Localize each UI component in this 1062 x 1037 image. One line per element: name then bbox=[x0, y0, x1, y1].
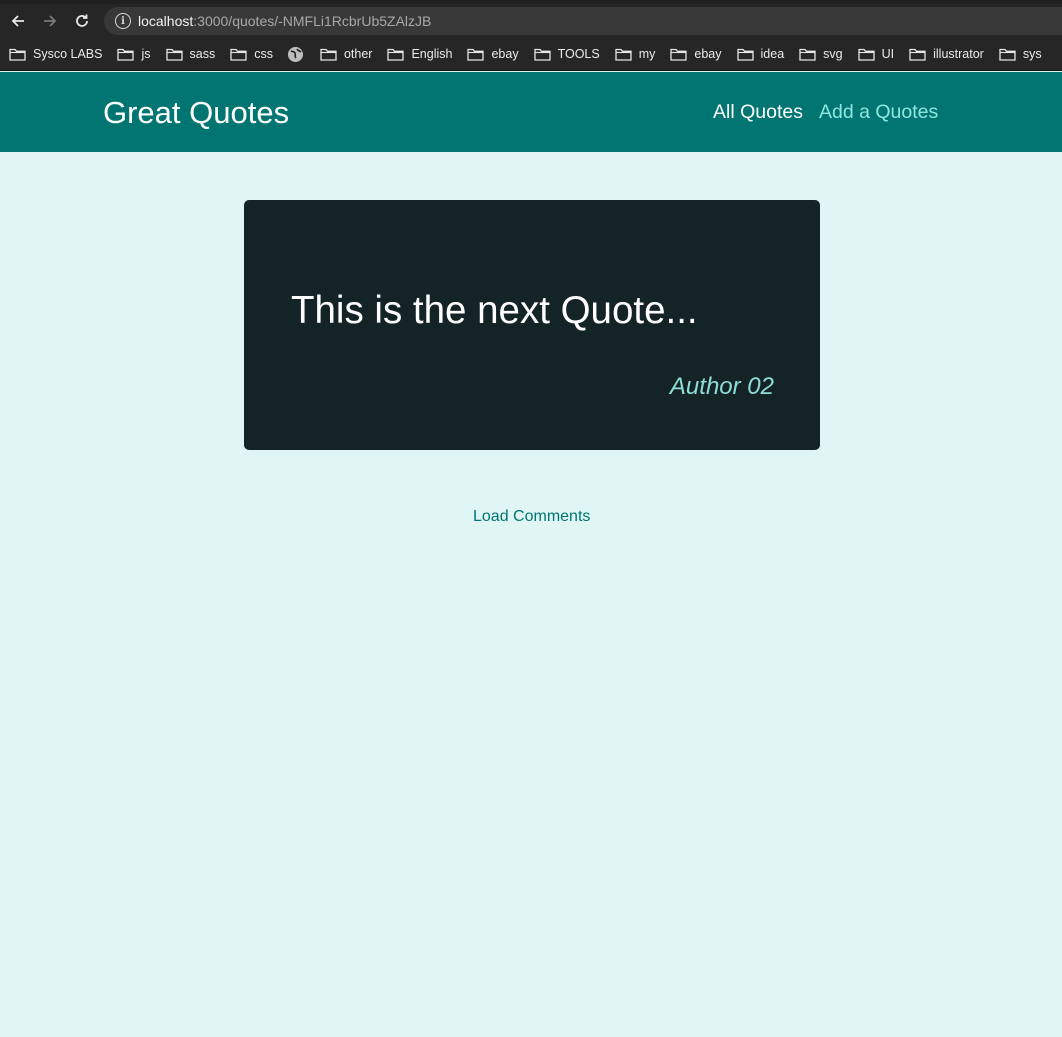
bookmark-item[interactable]: idea bbox=[728, 42, 791, 66]
folder-icon bbox=[670, 48, 688, 61]
quote-author: Author 02 bbox=[669, 373, 774, 400]
quote-text: This is the next Quote... bbox=[291, 289, 698, 332]
folder-icon bbox=[999, 48, 1016, 61]
bookmark-label: js bbox=[141, 47, 151, 61]
folder-icon bbox=[320, 48, 337, 61]
bookmark-item[interactable]: sass bbox=[157, 42, 222, 66]
folder-icon bbox=[387, 48, 405, 61]
bookmark-label: svg bbox=[823, 47, 843, 61]
bookmark-item[interactable]: sys bbox=[990, 42, 1048, 66]
bookmark-label: sys bbox=[1022, 47, 1042, 61]
globe-icon bbox=[287, 46, 303, 62]
nav-all-quotes[interactable]: All Quotes bbox=[713, 101, 803, 124]
quote-card: This is the next Quote... Author 02 bbox=[244, 200, 820, 450]
main-nav: All Quotes Add a Quotes bbox=[713, 101, 938, 124]
bookmark-label: English bbox=[411, 47, 453, 61]
folder-icon bbox=[736, 48, 754, 61]
bookmark-item[interactable]: English bbox=[378, 42, 458, 66]
bookmark-item[interactable]: js bbox=[108, 42, 156, 66]
info-icon[interactable]: i bbox=[115, 13, 131, 29]
bookmarks-bar: Sysco LABS js sass css other English ebay TOOLS… bbox=[0, 38, 1062, 71]
bookmark-label: my bbox=[638, 47, 656, 61]
nav-add-quote[interactable]: Add a Quotes bbox=[819, 101, 938, 124]
bookmark-item[interactable] bbox=[279, 42, 311, 66]
arrow-right-icon bbox=[44, 15, 57, 27]
folder-icon bbox=[533, 48, 551, 61]
bookmark-item[interactable]: Sysco LABS bbox=[0, 42, 108, 66]
url-path: :3000/quotes/-NMFLi1RcbrUb5ZAlzJB bbox=[193, 13, 432, 29]
folder-icon bbox=[165, 48, 183, 61]
folder-icon bbox=[857, 48, 875, 61]
folder-icon bbox=[909, 48, 926, 61]
folder-icon bbox=[117, 48, 135, 61]
bookmark-label: Sysco LABS bbox=[33, 47, 103, 61]
reload-icon bbox=[76, 14, 88, 27]
folder-icon bbox=[230, 48, 247, 61]
bookmark-label: ebay bbox=[491, 47, 519, 61]
bookmark-item[interactable]: css bbox=[221, 42, 279, 66]
bookmark-label: css bbox=[254, 47, 273, 61]
arrow-left-icon bbox=[11, 15, 24, 27]
load-comments-link[interactable]: Load Comments bbox=[473, 508, 590, 526]
bookmark-item[interactable]: ebay bbox=[458, 42, 524, 66]
bookmark-label: illustrator bbox=[933, 47, 984, 61]
bookmark-label: ebay bbox=[694, 47, 722, 61]
bookmark-item[interactable]: other bbox=[311, 42, 379, 66]
bookmark-item[interactable]: illustrator bbox=[900, 42, 990, 66]
bookmark-label: idea bbox=[760, 47, 785, 61]
site-logo[interactable]: Great Quotes bbox=[103, 95, 289, 131]
address-bar[interactable]: i localhost:3000/quotes/-NMFLi1RcbrUb5ZA… bbox=[104, 7, 1062, 35]
back-button[interactable] bbox=[2, 5, 34, 37]
bookmark-item[interactable]: TOOLS bbox=[525, 42, 606, 66]
bookmark-label: sass bbox=[189, 47, 216, 61]
folder-icon bbox=[799, 48, 816, 61]
folder-icon bbox=[467, 48, 485, 61]
folder-icon bbox=[9, 48, 26, 61]
folder-icon bbox=[615, 48, 632, 61]
bookmark-item[interactable]: svg bbox=[790, 42, 848, 66]
reload-button[interactable] bbox=[66, 5, 98, 37]
browser-toolbar: i localhost:3000/quotes/-NMFLi1RcbrUb5ZA… bbox=[0, 4, 1062, 38]
bookmark-label: TOOLS bbox=[557, 47, 600, 61]
bookmark-item[interactable]: my bbox=[606, 42, 662, 66]
url-text[interactable]: localhost:3000/quotes/-NMFLi1RcbrUb5ZAlz… bbox=[138, 13, 431, 29]
site-header: Great Quotes All Quotes Add a Quotes bbox=[0, 72, 1062, 152]
bookmark-item[interactable]: ebay bbox=[661, 42, 727, 66]
bookmark-label: UI bbox=[881, 47, 895, 61]
bookmark-item[interactable]: UI bbox=[849, 42, 901, 66]
forward-button[interactable] bbox=[34, 5, 66, 37]
url-host: localhost bbox=[138, 13, 194, 29]
bookmark-label: other bbox=[343, 47, 373, 61]
